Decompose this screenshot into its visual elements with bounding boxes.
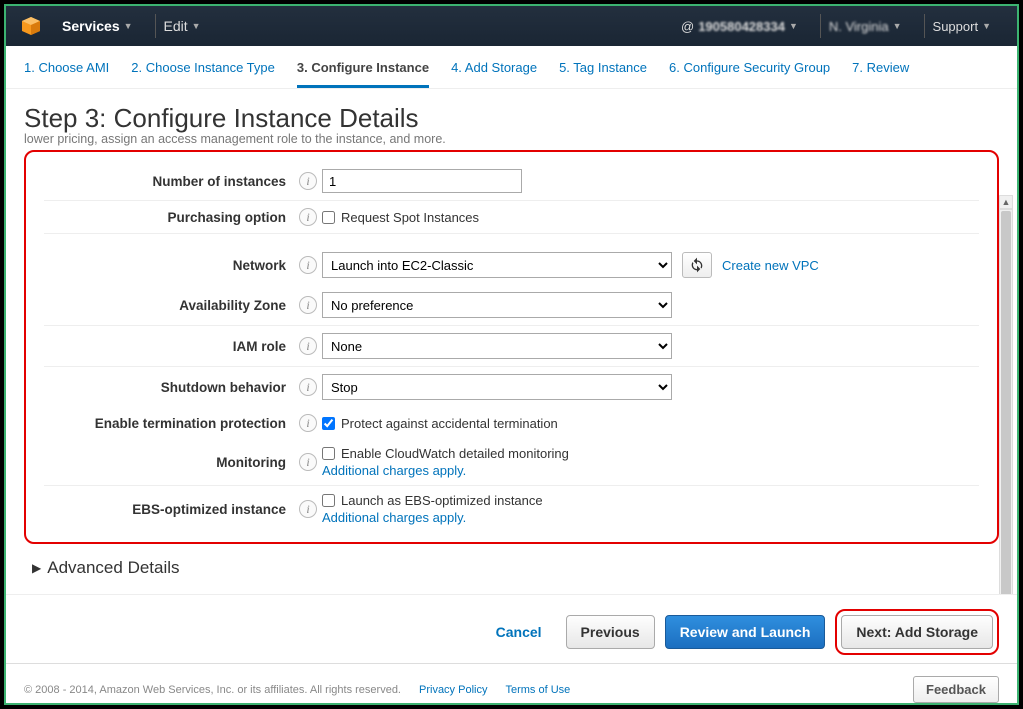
caret-down-icon: ▼ xyxy=(982,21,991,31)
caret-right-icon: ▶ xyxy=(32,561,41,575)
request-spot-label: Request Spot Instances xyxy=(341,210,479,225)
advanced-details-toggle[interactable]: ▶ Advanced Details xyxy=(24,544,999,588)
feedback-button[interactable]: Feedback xyxy=(913,676,999,703)
step-configure-instance[interactable]: 3. Configure Instance xyxy=(297,60,429,88)
step-add-storage[interactable]: 4. Add Storage xyxy=(451,60,537,88)
caret-down-icon: ▼ xyxy=(124,21,133,31)
account-menu[interactable]: @ 190580428334 ▼ xyxy=(681,19,798,34)
scrollbar-thumb[interactable] xyxy=(1001,211,1011,594)
edit-menu[interactable]: Edit ▼ xyxy=(164,18,201,34)
info-icon[interactable]: i xyxy=(299,172,317,190)
step-review[interactable]: 7. Review xyxy=(852,60,909,88)
footer-copyright: © 2008 - 2014, Amazon Web Services, Inc.… xyxy=(6,663,1017,703)
info-icon[interactable]: i xyxy=(299,337,317,355)
services-menu[interactable]: Services ▼ xyxy=(62,18,133,34)
support-menu[interactable]: Support ▼ xyxy=(933,19,991,34)
aws-topbar: Services ▼ Edit ▼ @ 190580428334 ▼ N. Vi… xyxy=(6,6,1017,46)
ebs-optimized-text: Launch as EBS-optimized instance xyxy=(341,493,543,508)
info-icon[interactable]: i xyxy=(299,296,317,314)
cancel-button[interactable]: Cancel xyxy=(482,615,556,649)
network-select[interactable]: Launch into EC2-Classic xyxy=(322,252,672,278)
termination-protection-text: Protect against accidental termination xyxy=(341,416,558,431)
ebs-charges-link[interactable]: Additional charges apply. xyxy=(322,510,466,525)
info-icon[interactable]: i xyxy=(299,378,317,396)
num-instances-input[interactable] xyxy=(322,169,522,193)
monitoring-checkbox[interactable] xyxy=(322,447,335,460)
divider xyxy=(820,14,821,38)
aws-logo-icon xyxy=(18,13,44,39)
page-subtitle: lower pricing, assign an access manageme… xyxy=(24,132,999,146)
next-button-highlight: Next: Add Storage xyxy=(835,609,999,655)
info-icon[interactable]: i xyxy=(299,208,317,226)
purchasing-option-label: Purchasing option xyxy=(44,210,294,225)
step-choose-ami[interactable]: 1. Choose AMI xyxy=(24,60,109,88)
region-label: N. Virginia xyxy=(829,19,889,34)
services-label: Services xyxy=(62,18,120,34)
next-add-storage-button[interactable]: Next: Add Storage xyxy=(841,615,993,649)
step-tag-instance[interactable]: 5. Tag Instance xyxy=(559,60,647,88)
shutdown-behavior-label: Shutdown behavior xyxy=(44,380,294,395)
footer-actions: Cancel Previous Review and Launch Next: … xyxy=(6,594,1017,663)
account-id: 190580428334 xyxy=(698,19,785,34)
create-vpc-link[interactable]: Create new VPC xyxy=(722,258,819,273)
scrollbar-track[interactable] xyxy=(999,209,1013,594)
info-icon[interactable]: i xyxy=(299,414,317,432)
num-instances-label: Number of instances xyxy=(44,174,294,189)
copyright-text: © 2008 - 2014, Amazon Web Services, Inc.… xyxy=(24,684,401,696)
edit-label: Edit xyxy=(164,18,188,34)
main-content: Step 3: Configure Instance Details lower… xyxy=(6,89,1017,594)
region-menu[interactable]: N. Virginia ▼ xyxy=(829,19,902,34)
wizard-steps: 1. Choose AMI 2. Choose Instance Type 3.… xyxy=(6,46,1017,89)
caret-down-icon: ▼ xyxy=(789,21,798,31)
iam-role-label: IAM role xyxy=(44,339,294,354)
support-label: Support xyxy=(933,19,979,34)
ebs-optimized-label: EBS-optimized instance xyxy=(44,502,294,517)
previous-button[interactable]: Previous xyxy=(566,615,655,649)
availability-zone-select[interactable]: No preference xyxy=(322,292,672,318)
highlighted-form-area: Number of instances i Purchasing option … xyxy=(24,150,999,544)
refresh-button[interactable] xyxy=(682,252,712,278)
info-icon[interactable]: i xyxy=(299,500,317,518)
shutdown-behavior-select[interactable]: Stop xyxy=(322,374,672,400)
termination-protection-label: Enable termination protection xyxy=(44,416,294,431)
step-configure-security-group[interactable]: 6. Configure Security Group xyxy=(669,60,830,88)
monitoring-label: Monitoring xyxy=(44,455,294,470)
monitoring-text: Enable CloudWatch detailed monitoring xyxy=(341,446,569,461)
network-label: Network xyxy=(44,258,294,273)
info-icon[interactable]: i xyxy=(299,453,317,471)
info-icon[interactable]: i xyxy=(299,256,317,274)
availability-zone-label: Availability Zone xyxy=(44,298,294,313)
termination-protection-checkbox[interactable] xyxy=(322,417,335,430)
refresh-icon xyxy=(689,257,705,273)
terms-of-use-link[interactable]: Terms of Use xyxy=(505,684,570,696)
step-choose-instance-type[interactable]: 2. Choose Instance Type xyxy=(131,60,275,88)
caret-down-icon: ▼ xyxy=(192,21,201,31)
privacy-policy-link[interactable]: Privacy Policy xyxy=(419,684,487,696)
review-and-launch-button[interactable]: Review and Launch xyxy=(665,615,826,649)
divider xyxy=(155,14,156,38)
ebs-optimized-checkbox[interactable] xyxy=(322,494,335,507)
page-title: Step 3: Configure Instance Details xyxy=(24,103,999,134)
scroll-up-arrow[interactable]: ▲ xyxy=(999,195,1013,209)
at-sign: @ xyxy=(681,19,694,34)
divider xyxy=(924,14,925,38)
iam-role-select[interactable]: None xyxy=(322,333,672,359)
caret-down-icon: ▼ xyxy=(893,21,902,31)
monitoring-charges-link[interactable]: Additional charges apply. xyxy=(322,463,466,478)
request-spot-checkbox[interactable] xyxy=(322,211,335,224)
advanced-details-label: Advanced Details xyxy=(47,558,179,578)
